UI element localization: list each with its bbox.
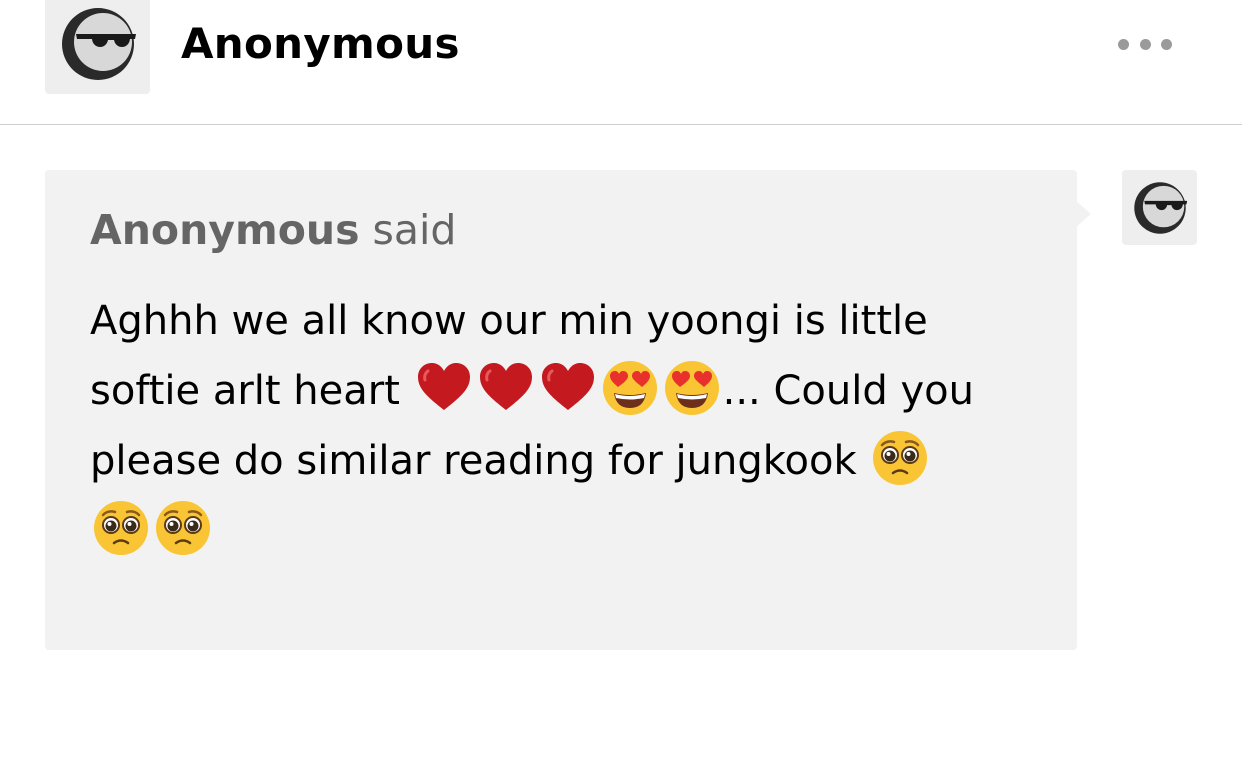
message-text: softie arlt heart xyxy=(90,368,413,414)
ellipsis-icon xyxy=(1161,38,1172,50)
heart-eyes-emoji xyxy=(600,358,660,418)
red-heart-emoji xyxy=(476,358,536,418)
header-blog-name[interactable]: Anonymous xyxy=(181,18,460,70)
ellipsis-icon xyxy=(1118,38,1129,50)
pleading-face-emoji xyxy=(91,498,151,558)
message-text: please do similar reading for jungkook xyxy=(90,438,870,484)
ellipsis-icon xyxy=(1139,38,1151,50)
header-avatar[interactable] xyxy=(45,0,150,94)
pleading-face-emoji xyxy=(153,498,213,558)
message-text: ... Could you xyxy=(722,368,974,414)
red-heart-emoji xyxy=(414,358,474,418)
asker-avatar[interactable] xyxy=(1122,170,1197,245)
sunglasses-face-icon xyxy=(1133,181,1187,234)
more-options-button[interactable] xyxy=(1112,28,1178,60)
ask-message: Aghhh we all know our min yoongi is litt… xyxy=(90,286,1040,566)
heart-eyes-emoji xyxy=(662,358,722,418)
header-divider xyxy=(0,124,1242,125)
said-label: said xyxy=(372,206,457,254)
asker-said-line: Anonymous said xyxy=(90,204,456,256)
sunglasses-face-icon xyxy=(61,8,136,80)
asker-name[interactable]: Anonymous xyxy=(90,206,359,254)
message-line-3: please do similar reading for jungkook xyxy=(90,426,1040,496)
message-line-1: Aghhh we all know our min yoongi is litt… xyxy=(90,298,928,344)
bubble-pointer xyxy=(1075,200,1091,228)
message-line-2: softie arlt heart ... Could you xyxy=(90,356,1040,426)
message-line-4 xyxy=(90,496,1040,566)
red-heart-emoji xyxy=(538,358,598,418)
pleading-face-emoji xyxy=(870,428,930,488)
